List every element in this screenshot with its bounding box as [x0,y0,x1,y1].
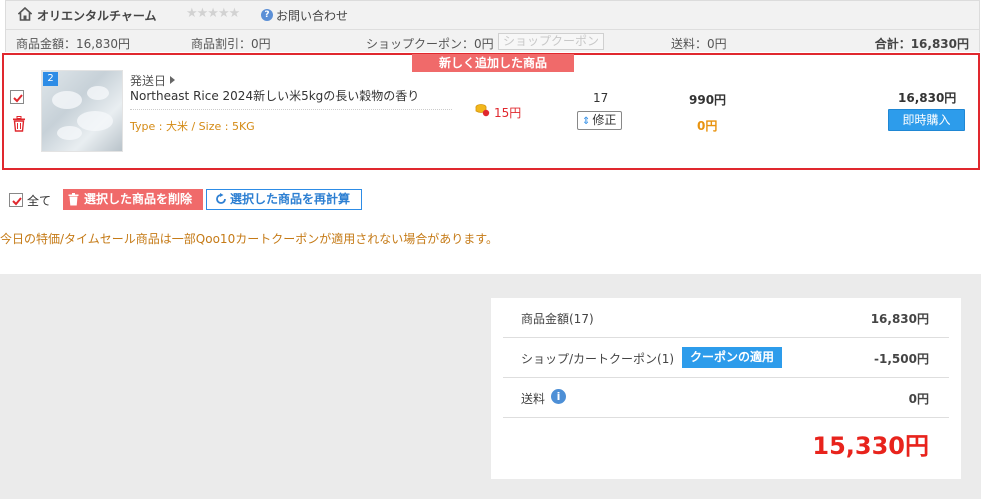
product-title[interactable]: Northeast Rice 2024新しい米5kgの長い穀物の香り [130,87,419,104]
select-all-checkbox[interactable] [9,193,23,207]
delete-selected-button[interactable]: 選択した商品を削除 [63,189,203,210]
product-option: Type : 大米 / Size : 5KG [130,120,255,133]
buy-now-button[interactable]: 即時購入 [888,109,965,131]
trash-icon[interactable] [12,116,26,132]
trash-icon [68,193,79,206]
grand-total: 15,330円 [812,432,929,460]
shop-coupon-button[interactable]: ショップクーポン [498,33,605,50]
shop-total: 合計：16,830円 [874,37,969,51]
shop-coupon-amount: ショップクーポン：0円 [366,37,494,51]
quantity-value: 17 [593,91,609,105]
home-icon[interactable] [18,7,32,21]
checkbox-icon [12,197,22,206]
summary-shipping-label: 送料 [521,392,546,406]
modify-label: 修正 [592,113,617,127]
recalc-selected-button[interactable]: 選択した商品を再計算 [206,189,362,210]
summary-product-value: 16,830円 [870,312,929,326]
summary-product-label: 商品金額(17) [521,312,594,326]
help-icon[interactable]: ? [261,9,273,21]
summary-row-shipping: 送料 i 0円 [503,378,949,418]
summary-coupon-label: ショップ/カートクーポン(1) [521,352,675,366]
modify-quantity-button[interactable]: ⇕ 修正 [577,111,622,130]
order-summary: 商品金額(17) 16,830円 ショップ/カートクーポン(1) クーポンの適用… [491,298,961,479]
item-total: 16,830円 [898,91,957,105]
new-item-badge: 新しく追加した商品 [412,54,574,72]
coupon-notice: 今日の特価/タイムセール商品は一部Qoo10カートクーポンが適用されない場合があ… [0,232,499,246]
shop-title-row: オリエンタルチャーム ★★★★★ ? お問い合わせ [6,1,979,30]
shop-product-amount: 商品金額：16,830円 [16,37,130,51]
summary-shipping-value: 0円 [908,392,929,406]
contact-link[interactable]: お問い合わせ [276,7,348,24]
shop-name[interactable]: オリエンタルチャーム [37,7,157,24]
shop-header: オリエンタルチャーム ★★★★★ ? お問い合わせ 商品金額：16,830円 商… [5,0,980,52]
up-down-icon: ⇕ [582,116,591,127]
summary-row-coupon: ショップ/カートクーポン(1) クーポンの適用 -1,500円 [503,338,949,378]
point-icon [475,104,490,117]
recalc-selected-label: 選択した商品を再計算 [230,192,351,206]
summary-row-product: 商品金額(17) 16,830円 [503,298,949,338]
info-icon[interactable]: i [551,389,566,404]
product-image[interactable]: 2 [41,70,123,152]
checkbox-icon [13,94,23,103]
select-all-label[interactable]: 全て [27,192,51,209]
cart-item: 新しく追加した商品 2 発送日 Northeast Rice 2024新しい米5… [2,53,980,170]
delete-selected-label: 選択した商品を削除 [84,192,193,206]
shop-product-discount: 商品割引：0円 [191,37,271,51]
summary-coupon-value: -1,500円 [874,352,929,366]
item-discount: 0円 [697,119,718,133]
item-checkbox[interactable] [10,90,24,104]
refresh-icon [216,193,226,204]
caret-right-icon[interactable] [170,76,175,84]
shop-shipping: 送料：0円 [671,37,727,51]
unit-price: 990円 [689,93,727,107]
shop-summary-row: 商品金額：16,830円 商品割引：0円 ショップクーポン：0円 ショップクーポ… [6,31,979,53]
apply-coupon-button[interactable]: クーポンの適用 [682,347,782,368]
image-count-badge: 2 [43,72,58,86]
point-value: 15円 [494,106,522,120]
divider [130,109,452,110]
shop-rating-stars: ★★★★★ [186,6,240,21]
